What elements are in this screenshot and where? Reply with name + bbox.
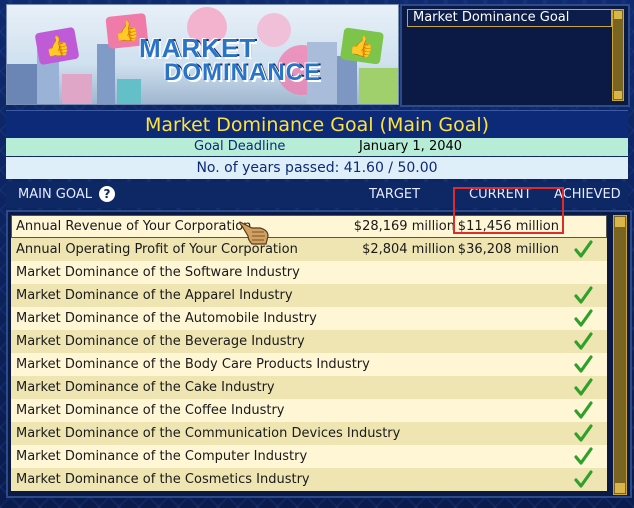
- thumbs-up-sign-icon: 👍: [339, 27, 385, 65]
- deadline-value: January 1, 2040: [359, 139, 463, 154]
- table-row[interactable]: Market Dominance of the Computer Industr…: [11, 445, 607, 468]
- goal-name: Market Dominance of the Cake Industry: [16, 380, 275, 395]
- goal-target: $28,169 million: [353, 219, 455, 234]
- checkmark-icon: [574, 378, 593, 396]
- scroll-up-arrow-icon[interactable]: [614, 11, 622, 19]
- deadline-label: Goal Deadline: [194, 139, 286, 154]
- checkmark-icon: [574, 355, 593, 373]
- checkmark-icon: [574, 332, 593, 350]
- side-scrollbar[interactable]: [612, 9, 624, 101]
- table-row[interactable]: Annual Operating Profit of Your Corporat…: [11, 238, 607, 261]
- goal-name: Market Dominance of the Computer Industr…: [16, 449, 308, 464]
- goal-name: Market Dominance of the Body Care Produc…: [16, 357, 370, 372]
- table-row[interactable]: Market Dominance of the Beverage Industr…: [11, 330, 607, 353]
- checkmark-icon: [574, 447, 593, 465]
- highlight-box: [453, 187, 564, 234]
- table-row[interactable]: Market Dominance of the Cake Industry: [11, 376, 607, 399]
- goal-name: Market Dominance of the Communication De…: [16, 426, 401, 441]
- scroll-down-arrow-icon[interactable]: [614, 91, 622, 99]
- scroll-down-arrow-icon[interactable]: [615, 483, 625, 493]
- table-row[interactable]: Market Dominance of the Automobile Indus…: [11, 307, 607, 330]
- checkmark-icon: [574, 240, 593, 258]
- goal-name: Market Dominance of the Coffee Industry: [16, 403, 285, 418]
- checkmark-icon: [574, 424, 593, 442]
- goal-name: Market Dominance of the Cosmetics Indust…: [16, 472, 310, 487]
- goal-name: Market Dominance of the Software Industr…: [16, 265, 300, 280]
- goal-name: Market Dominance of the Apparel Industry: [16, 288, 293, 303]
- years-passed: No. of years passed: 41.60 / 50.00: [6, 157, 628, 179]
- thumbs-up-sign-icon: 👍: [34, 26, 80, 66]
- goal-title: Market Dominance Goal (Main Goal): [6, 110, 628, 140]
- deadline-row: Goal Deadline January 1, 2040: [6, 138, 628, 156]
- logo-text-dominance: DOMINANCE: [164, 59, 321, 86]
- market-dominance-banner: 👍 👍 👍 MARKET DOMINANCE: [6, 4, 399, 105]
- table-row[interactable]: Market Dominance of the Coffee Industry: [11, 399, 607, 422]
- column-target: TARGET: [369, 187, 421, 202]
- goal-list-item[interactable]: Market Dominance Goal: [407, 9, 612, 27]
- column-achieved: ACHIEVED: [554, 187, 621, 202]
- scroll-up-arrow-icon[interactable]: [615, 217, 625, 227]
- checkmark-icon: [574, 470, 593, 488]
- table-row[interactable]: Market Dominance of the Communication De…: [11, 422, 607, 445]
- column-main-goal: MAIN GOAL: [18, 187, 93, 202]
- goal-name: Market Dominance of the Beverage Industr…: [16, 334, 305, 349]
- hand-pointer-cursor-icon: [239, 221, 269, 245]
- goal-target: $2,804 million: [362, 242, 455, 257]
- table-row[interactable]: Market Dominance of the Body Care Produc…: [11, 353, 607, 376]
- table-row[interactable]: Market Dominance of the Apparel Industry: [11, 284, 607, 307]
- table-scrollbar[interactable]: [613, 215, 627, 495]
- goals-list: Annual Revenue of Your Corporation $28,16…: [11, 215, 607, 493]
- goals-table: Annual Revenue of Your Corporation $28,16…: [6, 210, 632, 498]
- goal-list-panel: Market Dominance Goal: [400, 4, 630, 107]
- goal-current: $36,208 million: [457, 242, 559, 257]
- checkmark-icon: [574, 309, 593, 327]
- goal-name: Market Dominance of the Automobile Indus…: [16, 311, 317, 326]
- checkmark-icon: [574, 286, 593, 304]
- table-row[interactable]: Market Dominance of the Cosmetics Indust…: [11, 468, 607, 491]
- table-row[interactable]: Market Dominance of the Software Industr…: [11, 261, 607, 284]
- help-icon[interactable]: ?: [99, 186, 115, 202]
- checkmark-icon: [574, 401, 593, 419]
- goal-name: Annual Revenue of Your Corporation: [16, 219, 252, 234]
